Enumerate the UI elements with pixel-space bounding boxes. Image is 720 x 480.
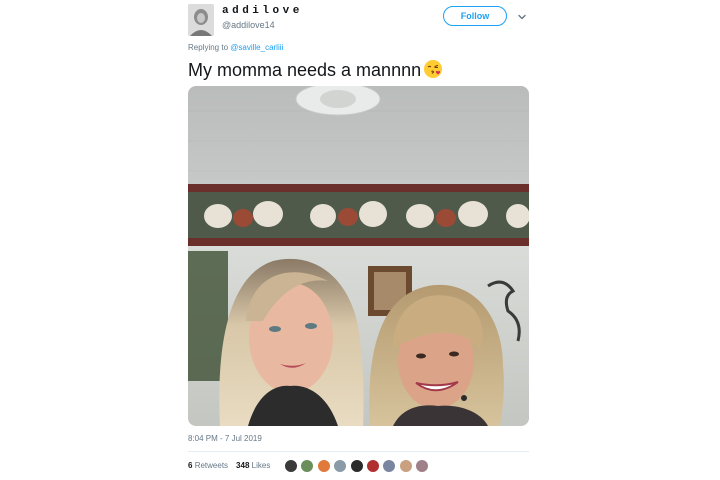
retweets-count: 6 xyxy=(188,461,193,470)
liker-avatar-6-icon[interactable] xyxy=(365,459,380,473)
likes-count: 348 xyxy=(236,461,250,470)
liker-avatar-1-icon[interactable] xyxy=(284,459,298,473)
replying-to-line: Replying to @saville_carliii xyxy=(188,43,283,52)
tweet-photo[interactable] xyxy=(188,86,529,426)
selfie-image xyxy=(188,86,529,426)
retweets-label: Retweets xyxy=(194,461,229,470)
user-handle[interactable]: @addilove14 xyxy=(222,20,275,30)
likes-stat[interactable]: 348 Likes xyxy=(236,461,270,470)
likes-label: Likes xyxy=(251,461,271,470)
tweet-text-content: My momma needs a mannnn xyxy=(188,60,422,80)
tweet-card: addilove @addilove14 Follow Replying to … xyxy=(0,0,720,480)
liker-avatar-2-icon[interactable] xyxy=(300,459,315,473)
liker-avatar-3-icon[interactable] xyxy=(316,459,331,473)
follow-button[interactable]: Follow xyxy=(443,6,507,26)
liker-avatar-8-icon[interactable] xyxy=(398,459,413,473)
user-display-name[interactable]: addilove xyxy=(222,5,303,17)
liker-avatar-5-icon[interactable] xyxy=(349,459,364,473)
retweets-stat[interactable]: 6 Retweets xyxy=(188,461,228,470)
divider xyxy=(188,451,529,452)
replying-to-label: Replying to xyxy=(188,43,229,52)
liker-avatars xyxy=(284,459,432,473)
avatar-photo xyxy=(188,4,214,36)
liker-avatar-7-icon[interactable] xyxy=(382,459,397,473)
face-blowing-kiss-emoji-icon xyxy=(423,59,443,79)
user-avatar[interactable] xyxy=(188,4,214,36)
liker-avatar-4-icon[interactable] xyxy=(333,459,348,473)
liker-avatar-9-icon[interactable] xyxy=(415,459,430,473)
reply-mention-link[interactable]: @saville_carliii xyxy=(230,43,283,52)
tweet-stats: 6 Retweets 348 Likes xyxy=(188,461,270,470)
tweet-text: My momma needs a mannnn xyxy=(188,59,443,81)
tweet-timestamp[interactable]: 8:04 PM - 7 Jul 2019 xyxy=(188,434,262,443)
chevron-down-icon[interactable] xyxy=(516,10,528,22)
